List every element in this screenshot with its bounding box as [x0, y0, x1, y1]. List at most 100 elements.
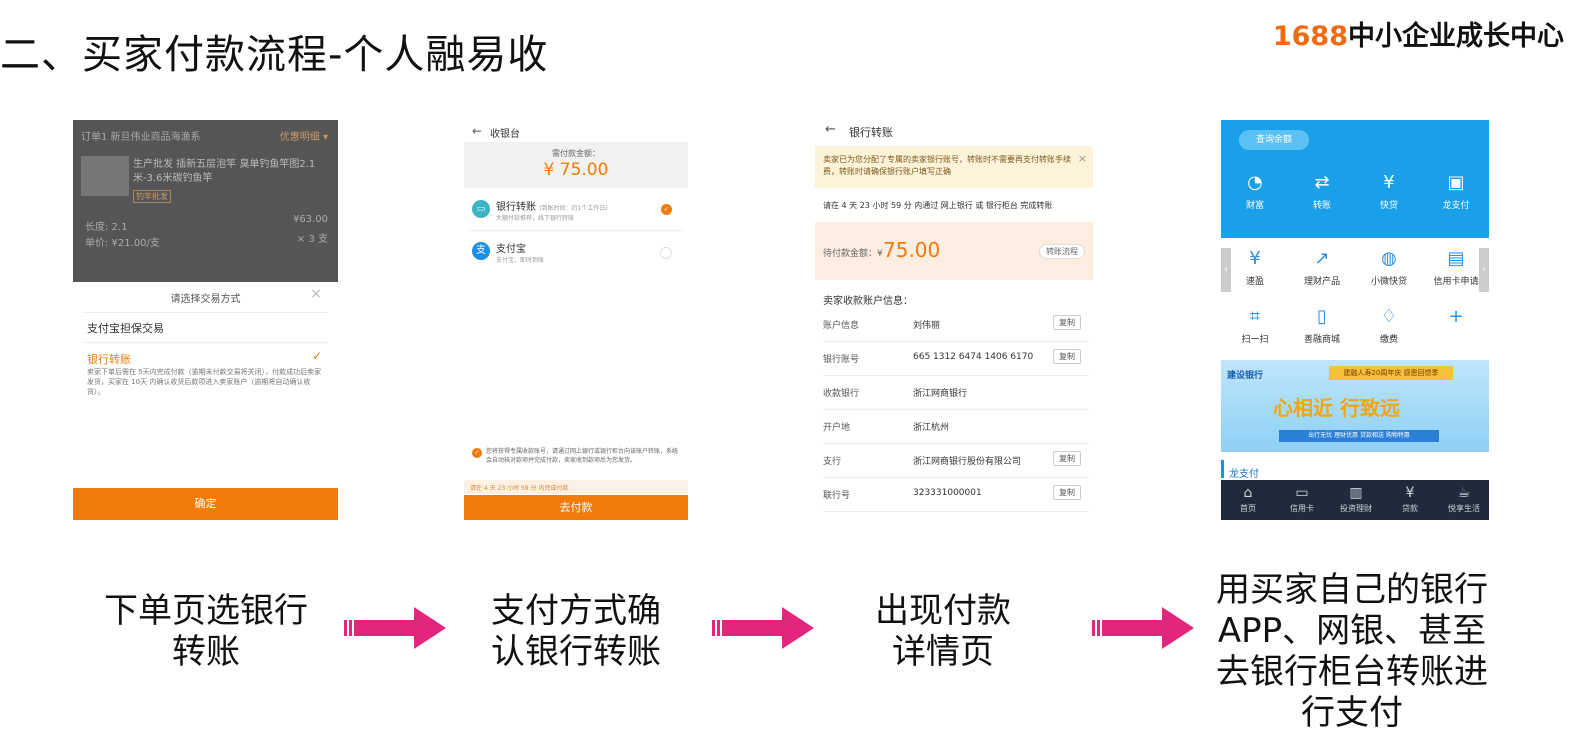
copy-button[interactable]: 复制 — [1053, 485, 1081, 500]
close-icon[interactable]: × — [310, 286, 322, 302]
top-shortcut-1[interactable]: ⇄ 转账 — [1292, 172, 1352, 211]
method-bank-label[interactable]: 银行转账 (到账时间：约1个工作日) — [496, 198, 608, 213]
option-bank-transfer[interactable]: 银行转账 — [87, 351, 131, 367]
account-row: 支行 浙江网商银行股份有限公司 复制 — [823, 444, 1089, 478]
banner-ribbon: 建融人寿20周年庆 感恩回馈季 — [1329, 366, 1453, 380]
balance-query-button[interactable]: 查询余额 — [1239, 130, 1309, 150]
chevron-left-icon[interactable]: ‹ — [1221, 248, 1231, 292]
product-spec: 长度: 2.1 — [85, 222, 128, 233]
pay-amount-label: 待付款金额：¥ — [823, 249, 883, 259]
service-item-0[interactable]: ⌗ 扫一扫 — [1225, 306, 1285, 345]
banner-slogan: 心相近 行致远 — [1273, 396, 1400, 420]
chevron-right-icon[interactable]: › — [1479, 248, 1489, 292]
brand-number: 1688 — [1272, 21, 1348, 52]
account-row-value: 浙江网商银行 — [913, 389, 968, 399]
service-item-2[interactable]: ♢ 缴费 — [1359, 306, 1419, 345]
amount-box: 需付款金额： ¥ 75.00 — [464, 142, 688, 188]
amount-label: 需付款金额： — [552, 149, 600, 158]
promo-banner[interactable]: 建设银行 建融人寿20周年庆 感恩回馈季 心相近 行致远 出行无忧 理财优惠 贷… — [1221, 360, 1489, 452]
go-pay-button[interactable]: 去付款 — [464, 495, 688, 520]
arrow-right-icon — [1092, 607, 1194, 649]
divider — [83, 342, 328, 343]
account-row: 账户信息 刘伟丽 复制 — [823, 308, 1089, 342]
tab-item-label: 信用卡 — [1290, 504, 1314, 513]
top-shortcut-label: 财富 — [1245, 201, 1264, 211]
method-bank-desc: 大额付款推荐，线下银行转账 — [496, 215, 575, 222]
service-item-icon: ♢ — [1380, 306, 1398, 327]
account-row-key: 开户地 — [823, 423, 851, 433]
account-section-title: 卖家收款账户信息： — [823, 296, 913, 307]
service-item-1[interactable]: ↗ 理财产品 — [1292, 248, 1352, 287]
tab-item-label: 投资理财 — [1340, 504, 1372, 513]
close-icon[interactable]: × — [1078, 152, 1087, 165]
countdown-bar: 请在 4 天 23 小时 59 分 内完成付款 — [464, 480, 688, 494]
back-arrow-icon[interactable]: ← — [825, 122, 836, 137]
back-arrow-icon[interactable]: ← — [472, 124, 482, 138]
caption-step2: 支付方式确认银行转账 — [491, 591, 661, 672]
service-item-label: 小微快贷 — [1370, 277, 1407, 287]
tab-item-0[interactable]: ⌂ 首页 — [1221, 485, 1278, 514]
account-row-value: 刘伟丽 — [913, 321, 941, 331]
bottom-tab-bar: ⌂ 首页 ▭ 信用卡 ▥ 投资理财 ¥ 贷款 ☕ 悦享生活 — [1221, 480, 1489, 520]
tab-item-3[interactable]: ¥ 贷款 — [1380, 485, 1440, 514]
tab-item-4[interactable]: ☕ 悦享生活 — [1434, 485, 1489, 514]
method-alipay-desc: 支付宝，即时到账 — [496, 257, 545, 264]
method-alipay-label[interactable]: 支付宝 — [496, 240, 526, 255]
account-row-value: 浙江网商银行股份有限公司 — [913, 457, 1022, 467]
service-item-0[interactable]: ¥ 速盈 — [1225, 248, 1285, 287]
service-item-label: 缴费 — [1379, 335, 1398, 345]
pay-amount-value: 75.00 — [883, 238, 941, 262]
copy-button[interactable]: 复制 — [1053, 349, 1081, 364]
top-shortcut-3[interactable]: ▣ 龙支付 — [1426, 172, 1486, 211]
service-item-1[interactable]: ▯ 善融商城 — [1292, 306, 1352, 345]
service-item-2[interactable]: ◍ 小微快贷 — [1359, 248, 1419, 287]
service-item-icon: ◍ — [1381, 248, 1397, 269]
account-row-key: 支行 — [823, 457, 842, 467]
account-row-value: 665 1312 6474 1406 6170 — [913, 352, 1034, 362]
arrow-right-icon — [344, 607, 446, 649]
service-item-icon: ¥ — [1249, 248, 1261, 269]
check-icon: ✓ — [311, 349, 322, 363]
bank-logo: 建设银行 — [1227, 371, 1264, 381]
tab-item-1[interactable]: ▭ 信用卡 — [1272, 485, 1332, 514]
caption-step1: 下单页选银行转账 — [104, 591, 308, 672]
countdown-text: 请在 4 天 23 小时 59 分 内完成付款 — [470, 485, 569, 492]
top-shortcut-2[interactable]: ¥ 快贷 — [1359, 172, 1419, 211]
copy-button[interactable]: 复制 — [1053, 451, 1081, 466]
agree-check-icon[interactable]: ✓ — [472, 448, 482, 458]
transfer-flow-button[interactable]: 转账流程 — [1039, 244, 1085, 259]
service-item-label: 扫一扫 — [1241, 335, 1269, 345]
copy-button[interactable]: 复制 — [1053, 315, 1081, 330]
caption-step3: 出现付款详情页 — [875, 591, 1011, 672]
trade-method-sheet: 请选择交易方式 × 支付宝担保交易 银行转账 ✓ 卖家下单后需在 5天内完成付款… — [73, 282, 338, 520]
tab-item-2[interactable]: ▥ 投资理财 — [1326, 485, 1386, 514]
order-tag[interactable]: 优惠明细 ▾ — [280, 128, 328, 143]
confirm-button[interactable]: 确定 — [73, 488, 338, 520]
service-item-3[interactable]: ▤ 信用卡申请 — [1426, 248, 1486, 287]
account-row: 银行账号 665 1312 6474 1406 6170 复制 — [823, 342, 1089, 376]
unselected-radio-icon[interactable] — [660, 247, 672, 259]
option-escrow[interactable]: 支付宝担保交易 — [87, 320, 327, 336]
selected-radio-icon[interactable]: ✓ — [661, 204, 672, 215]
top-shortcut-icon: ⇄ — [1314, 172, 1330, 193]
product-name: 生产批发 插新五层泡竿 臭单钓鱼竿图2.1米-3.6米碳钓鱼竿 — [133, 159, 316, 184]
product-unit-price: 单价: ¥21.00/支 — [85, 238, 160, 249]
top-shortcut-label: 转账 — [1312, 201, 1331, 211]
product-badge: 钓竿批发 — [133, 190, 171, 203]
top-shortcut-icon: ▣ — [1447, 172, 1465, 193]
top-shortcut-0[interactable]: ◔ 财富 — [1225, 172, 1285, 211]
banner-subtext: 出行无忧 理财优惠 贷款相送 购物特惠 — [1279, 430, 1439, 442]
alipay-icon: 支 — [472, 242, 490, 260]
account-row-value: 浙江杭州 — [913, 423, 950, 433]
tab-item-label: 首页 — [1240, 504, 1256, 513]
brand-logo: 1688中小企业成长中心 — [1273, 14, 1564, 53]
account-row: 联行号 323331000001 复制 — [823, 478, 1089, 512]
page-title: 二、买家付款流程-个人融易收 — [0, 32, 549, 78]
bank-card-icon: ▭ — [472, 200, 490, 218]
option-bank-transfer-desc: 卖家下单后需在 5天内完成付款（逾期未付款交易将关闭），付款成功后卖家发货，买家… — [87, 368, 322, 396]
tab-item-label: 悦享生活 — [1448, 504, 1480, 513]
bank-app-header: 查询余额 ◔ 财富 ⇄ 转账 ¥ 快贷 ▣ 龙支付 — [1221, 120, 1489, 238]
section-title: 龙支付 — [1229, 469, 1259, 480]
service-item-3[interactable]: + — [1426, 306, 1486, 332]
brand-text: 中小企业成长中心 — [1348, 21, 1564, 52]
